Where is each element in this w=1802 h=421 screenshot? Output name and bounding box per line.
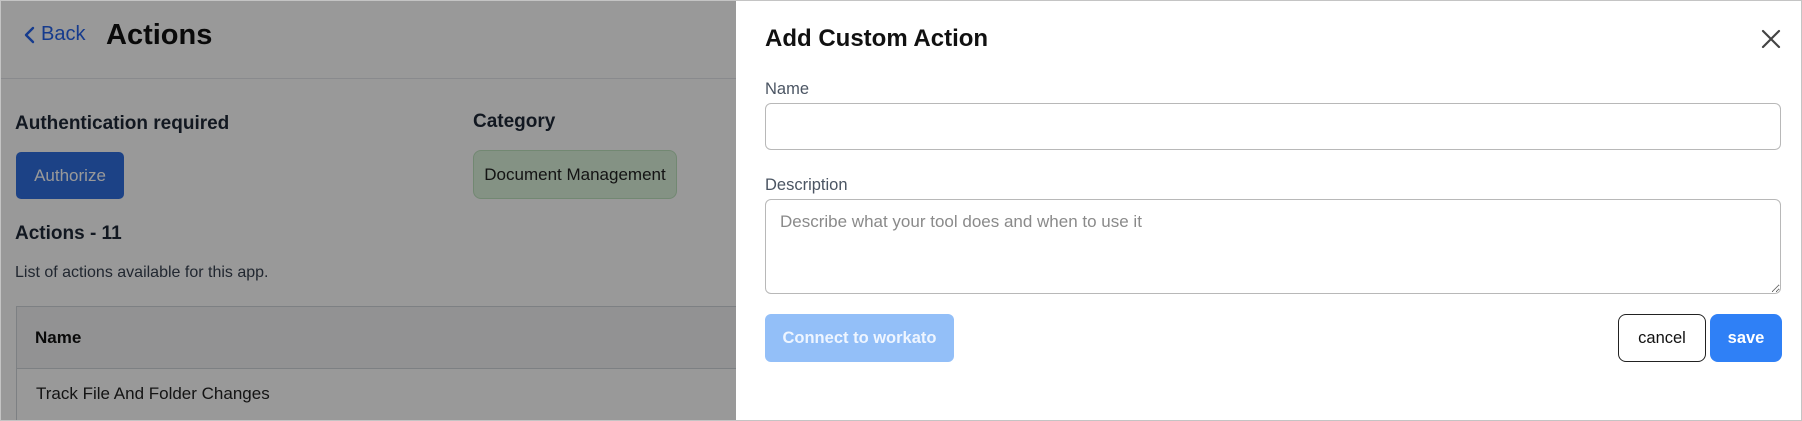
close-icon — [1761, 29, 1781, 49]
drawer-title: Add Custom Action — [765, 25, 989, 52]
description-label: Description — [765, 176, 848, 194]
name-input[interactable] — [765, 103, 1781, 150]
cancel-button[interactable]: cancel — [1618, 314, 1706, 362]
name-label: Name — [765, 80, 810, 98]
save-button[interactable]: save — [1710, 314, 1782, 362]
app-frame: Back Actions Authentication required Aut… — [0, 0, 1802, 421]
add-custom-action-drawer: Add Custom Action Name Description Conne… — [736, 1, 1801, 420]
close-button[interactable] — [1759, 27, 1783, 51]
description-input[interactable] — [765, 199, 1781, 294]
connect-to-workato-button[interactable]: Connect to workato — [765, 314, 954, 362]
modal-backdrop[interactable] — [1, 1, 736, 420]
